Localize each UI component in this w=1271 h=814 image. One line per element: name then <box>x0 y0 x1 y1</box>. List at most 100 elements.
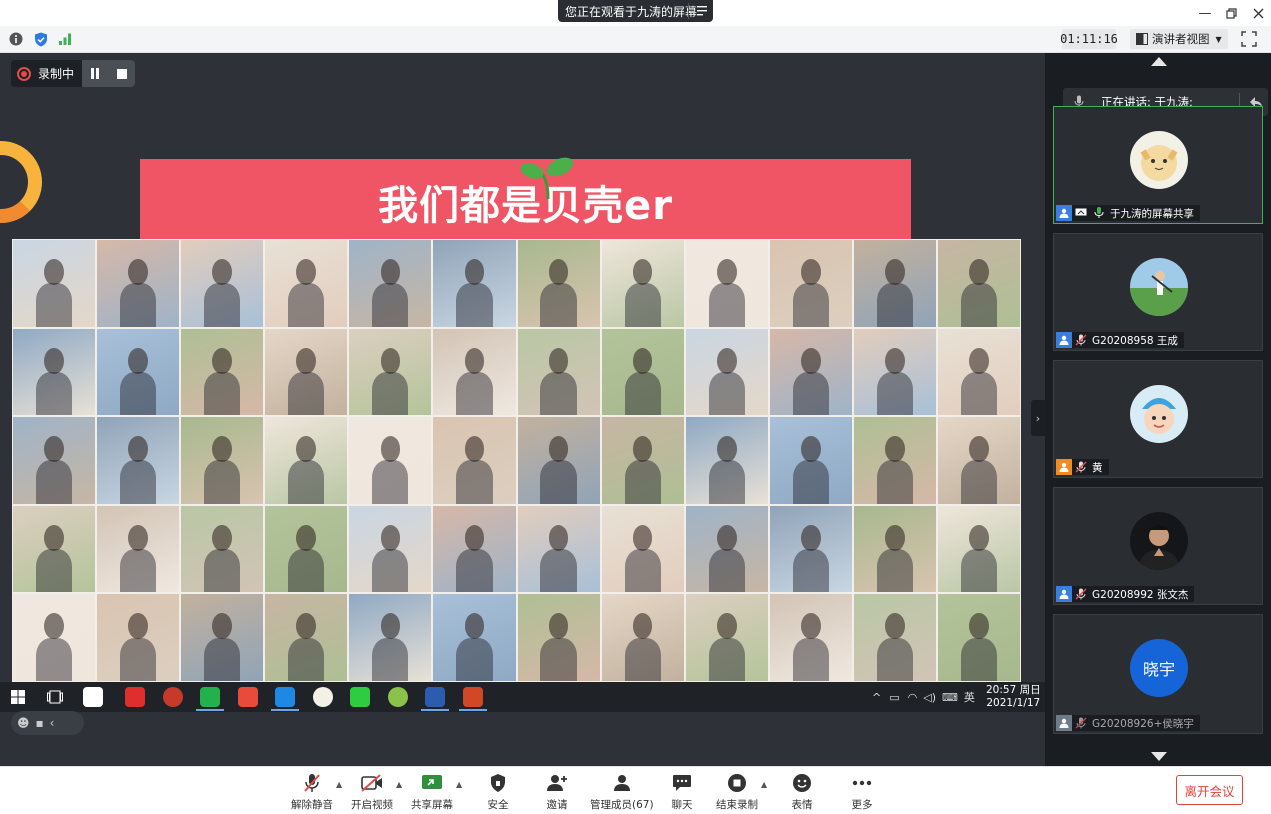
participant-tile[interactable]: 晓宇 G20208926+侯晓宇 <box>1053 614 1263 734</box>
photo-tile <box>97 594 180 681</box>
photo-tile <box>937 240 1020 327</box>
participant-tile[interactable]: 于九涛的屏幕共享 <box>1053 106 1263 224</box>
photo-subject <box>44 259 64 286</box>
photo-tile <box>349 417 432 504</box>
restore-icon[interactable] <box>1222 4 1240 22</box>
photo-subject <box>885 613 905 640</box>
record-options-icon[interactable]: ▲ <box>761 780 767 789</box>
start-video-button[interactable]: 开启视频 <box>351 772 393 812</box>
annotation-controls: ☻ ▪ ‹ <box>11 711 84 735</box>
photo-subject <box>120 549 157 593</box>
unmute-button[interactable]: 解除静音 <box>291 772 333 812</box>
security-button[interactable]: 安全 <box>486 772 510 812</box>
reactions-button[interactable]: 表情 <box>790 772 814 812</box>
more-button[interactable]: 更多 <box>850 772 874 812</box>
photo-subject <box>372 549 409 593</box>
photo-subject <box>296 347 317 374</box>
photo-subject <box>876 283 913 327</box>
share-options-icon[interactable]: ▲ <box>456 780 462 789</box>
record-icon <box>17 66 31 81</box>
participant-tile[interactable]: G20208958 王成 <box>1053 233 1263 351</box>
stop-recording-button[interactable] <box>108 60 135 87</box>
photo-subject <box>969 259 989 286</box>
photo-subject <box>960 637 997 681</box>
mic-muted-icon <box>1074 716 1088 730</box>
photo-subject <box>372 371 409 416</box>
user-icon <box>1056 459 1072 475</box>
add-user-icon <box>545 772 569 794</box>
invite-button[interactable]: 邀请 <box>545 772 569 812</box>
photo-tile <box>937 417 1020 504</box>
scroll-down-icon[interactable] <box>1151 752 1167 761</box>
expand-panel-button[interactable]: › <box>1031 400 1045 436</box>
video-options-icon[interactable]: ▲ <box>396 780 402 789</box>
photo-tile <box>769 240 852 327</box>
minimize-icon[interactable]: — <box>1196 4 1214 22</box>
photo-subject <box>44 347 64 374</box>
taskbar-clock: 20:57 周日 2021/1/17 <box>986 684 1041 710</box>
emoji-icon[interactable]: ☻ <box>17 716 30 730</box>
chat-bubble-icon[interactable]: ▪ <box>36 716 44 730</box>
photo-subject <box>969 524 989 551</box>
photo-subject <box>380 613 401 640</box>
shield-icon[interactable] <box>33 31 49 47</box>
photo-subject <box>464 524 485 551</box>
manage-members-button[interactable]: 管理成员(67) <box>590 772 654 812</box>
participant-tile[interactable]: 黄 <box>1053 360 1263 478</box>
mic-muted-icon <box>1074 460 1088 474</box>
photo-tile <box>265 505 348 593</box>
photo-subject <box>548 436 569 463</box>
signal-icon[interactable] <box>57 31 73 47</box>
photo-subject <box>44 436 64 463</box>
photo-subject <box>212 613 233 640</box>
collapse-icon[interactable]: ‹ <box>50 716 55 730</box>
menu-icon[interactable] <box>696 4 708 18</box>
photo-subject <box>960 549 997 593</box>
stop-recording-toolbar-button[interactable]: 结束录制 <box>716 772 758 812</box>
security-label: 安全 <box>487 799 509 811</box>
fullscreen-icon[interactable] <box>1240 30 1258 48</box>
scroll-up-icon[interactable] <box>1151 57 1167 66</box>
app-icon-8 <box>350 687 370 707</box>
users-icon <box>610 772 634 794</box>
photo-tile <box>853 505 936 593</box>
photo-subject <box>296 524 317 551</box>
photo-subject <box>35 460 73 504</box>
photo-subject <box>969 347 989 374</box>
recording-indicator: 录制中 <box>11 60 135 87</box>
info-icon[interactable] <box>8 31 24 47</box>
share-screen-icon <box>420 772 444 794</box>
photo-subject <box>35 283 73 327</box>
view-mode-dropdown[interactable]: 演讲者视图 ▼ <box>1130 29 1228 49</box>
photo-subject <box>708 283 745 327</box>
chat-button[interactable]: 聊天 <box>670 772 694 812</box>
participant-panel: 正在讲话: 于九涛; 于九涛的屏幕共享 G20208958 王成 黄 G2020… <box>1045 53 1271 766</box>
stop-recording-label: 结束录制 <box>716 799 758 811</box>
photo-subject <box>44 524 64 551</box>
photo-subject <box>456 549 493 593</box>
photo-subject <box>456 283 493 327</box>
avatar <box>1130 512 1188 570</box>
close-icon[interactable] <box>1249 4 1267 22</box>
leave-meeting-button[interactable]: 离开会议 <box>1176 775 1243 805</box>
participant-label: 黄 <box>1056 459 1109 475</box>
share-screen-button[interactable]: 共享屏幕 <box>411 772 453 812</box>
photo-subject <box>800 524 821 551</box>
participant-tile[interactable]: G20208992 张文杰 <box>1053 487 1263 605</box>
pause-recording-button[interactable] <box>82 60 108 87</box>
photo-tile <box>265 328 348 416</box>
divider <box>688 3 689 19</box>
app-icon-6 <box>275 687 295 707</box>
photo-tile <box>937 328 1020 416</box>
photo-subject <box>212 524 233 551</box>
photo-subject <box>969 613 989 640</box>
photo-tile <box>601 240 684 327</box>
photo-tile <box>433 417 516 504</box>
photo-subject <box>960 283 997 327</box>
share-notice[interactable]: 您正在观看于九涛的屏幕 <box>558 0 713 22</box>
photo-subject <box>792 371 829 416</box>
avatar: 晓宇 <box>1130 639 1188 697</box>
active-indicator <box>271 709 299 711</box>
photo-tile <box>601 417 684 504</box>
audio-options-icon[interactable]: ▲ <box>336 780 342 789</box>
